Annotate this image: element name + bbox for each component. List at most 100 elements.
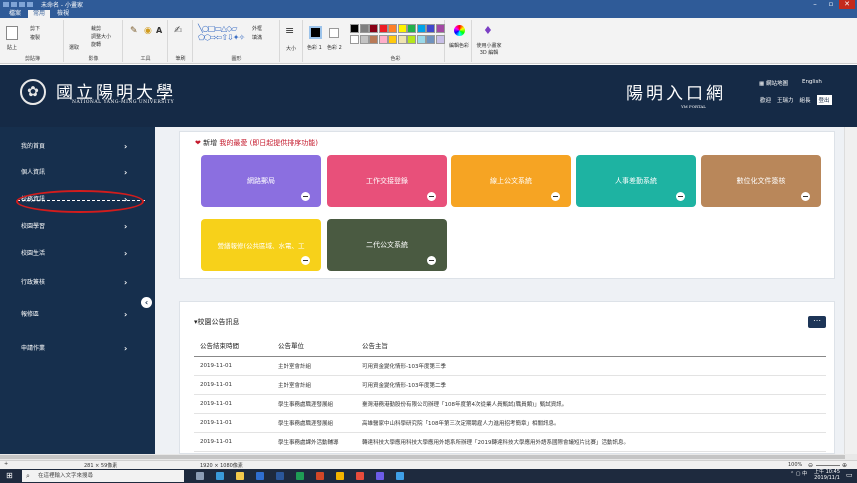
user-profile-link[interactable]: 組長 <box>800 96 811 104</box>
vertical-scrollbar[interactable] <box>844 127 857 454</box>
remove-icon[interactable] <box>801 192 810 201</box>
cell-subject-link[interactable]: 可用資金變化情形-103年度第二季 <box>362 375 826 395</box>
menu-view[interactable]: 檢視 <box>52 10 74 18</box>
brush-icon[interactable]: ✍ <box>174 25 182 36</box>
sidebar-collapse-button[interactable]: ‹ <box>141 297 152 308</box>
file-explorer-icon[interactable] <box>236 472 244 480</box>
edit-colors-button[interactable]: 編輯色彩 <box>449 42 469 49</box>
chrome-icon[interactable] <box>336 472 344 480</box>
windows-start-icon[interactable]: ⊞ <box>6 471 13 480</box>
line-size-icon[interactable]: ≡ <box>285 24 294 37</box>
color1-swatch[interactable] <box>309 26 322 39</box>
user-name[interactable]: 王瑞力 <box>777 96 794 104</box>
palette-swatch[interactable] <box>388 35 397 44</box>
scroll-thumb[interactable] <box>0 455 845 459</box>
sidebar-item-admin-signoff[interactable]: 行政簽核 › <box>0 272 155 293</box>
fill-icon[interactable]: ◉ <box>144 26 152 36</box>
paint3d-icon[interactable]: ♦ <box>483 24 493 37</box>
palette-swatch[interactable] <box>407 35 416 44</box>
english-link[interactable]: English <box>802 79 822 87</box>
resize-button[interactable]: 調整大小 <box>91 33 111 40</box>
sidebar-item-applications[interactable]: 申請作業 › <box>0 338 155 359</box>
paint3d-button[interactable]: 使用小畫家 3D 編輯 <box>474 42 504 56</box>
excel-icon[interactable] <box>296 472 304 480</box>
palette-swatch[interactable] <box>397 35 407 44</box>
rotate-button[interactable]: 旋轉 <box>91 41 101 48</box>
zoom-slider[interactable] <box>816 465 840 466</box>
favorite-tile-digital-signoff[interactable]: 數位化文件簽核 <box>701 155 821 207</box>
sitemap-link[interactable]: ▦ 網站地圖 <box>759 79 788 87</box>
paste-icon[interactable] <box>6 26 18 40</box>
remove-icon[interactable] <box>551 192 560 201</box>
palette-swatch[interactable] <box>378 24 388 33</box>
palette-swatch[interactable] <box>369 24 378 33</box>
remove-icon[interactable] <box>301 192 310 201</box>
quick-access-toolbar[interactable] <box>0 2 33 7</box>
fill-dropdown[interactable]: 填滿 <box>252 34 262 41</box>
favorites-add-link[interactable]: 新增 <box>203 139 217 147</box>
taskbar-search-box[interactable]: ⌕ 在這裡輸入文字來搜尋 <box>22 470 184 482</box>
palette-swatch[interactable] <box>426 35 435 44</box>
palette-swatch[interactable] <box>359 24 369 33</box>
task-view-icon[interactable] <box>196 472 204 480</box>
table-row[interactable]: 2019-11-01 學生事務處職涯發展組 臺灣港務港勤股份有限公司辦理「108年度… <box>194 394 826 414</box>
table-row[interactable]: 2019-11-01 主計室會計組 可用資金變化情形-103年度第二季 <box>194 375 826 395</box>
logout-button[interactable]: 登出 <box>816 95 832 105</box>
powerpoint-icon[interactable] <box>316 472 324 480</box>
palette-swatch[interactable] <box>435 24 445 33</box>
system-tray-icons[interactable]: ⌃ ▢ 中 <box>790 470 807 477</box>
cell-subject-link[interactable]: 可用資金變化情形-103年度第三季 <box>362 356 826 376</box>
paste-label[interactable]: 貼上 <box>7 44 17 51</box>
table-row[interactable]: 2019-11-01 學生事務處課外活動輔導 轉達科技大學應用科技大學應用外語系所辦… <box>194 432 826 452</box>
size-label[interactable]: 大小 <box>286 45 296 52</box>
paint-icon[interactable] <box>396 472 404 480</box>
university-seal-icon[interactable]: ✿ <box>20 79 46 105</box>
palette-swatch[interactable] <box>397 24 407 33</box>
pencil-icon[interactable]: ✎ <box>130 26 138 36</box>
notification-icon[interactable]: ▭ <box>846 471 853 479</box>
remove-icon[interactable] <box>427 256 436 265</box>
palette-swatch[interactable] <box>416 24 426 33</box>
remove-icon[interactable] <box>427 192 436 201</box>
menu-file[interactable]: 檔案 <box>4 10 26 18</box>
shapes-gallery-row2-icon[interactable]: ⬠⬡⇨⇦⇧⇩✦✧ <box>198 33 245 42</box>
crop-button[interactable]: 裁剪 <box>91 25 101 32</box>
table-row[interactable]: 2019-11-01 主計室會計組 可用資金變化情形-103年度第三季 <box>194 356 826 376</box>
shapes-gallery-icon[interactable]: ╲○□▭△◇▱ <box>198 24 237 33</box>
palette-swatch[interactable] <box>369 35 378 44</box>
taskbar-clock[interactable]: 上午 10:45 2019/11/1 <box>814 469 840 481</box>
palette-swatch[interactable] <box>435 35 445 44</box>
window-controls[interactable]: – ▫ ✕ <box>807 0 855 9</box>
sidebar-item-home[interactable]: 我的首頁 › <box>0 136 155 157</box>
color-wheel-icon[interactable] <box>454 25 465 36</box>
maximize-icon[interactable]: ▫ <box>823 0 839 9</box>
text-icon[interactable]: A <box>156 26 162 35</box>
sidebar-item-personal[interactable]: 個人資訊 › <box>0 162 155 183</box>
palette-swatch[interactable] <box>350 24 359 33</box>
palette-swatch[interactable] <box>378 35 388 44</box>
word-icon[interactable] <box>276 472 284 480</box>
cell-subject-link[interactable]: 臺灣港務港勤股份有限公司辦理「108年度第4次從業人員甄試(職員類)」甄試資訊。 <box>362 394 826 414</box>
remove-icon[interactable] <box>676 192 685 201</box>
favorite-tile-attendance[interactable]: 人事差勤系統 <box>576 155 696 207</box>
zoom-in-icon[interactable]: ⊕ <box>842 462 847 469</box>
copy-button[interactable]: 複製 <box>30 34 40 41</box>
select-button[interactable]: 選取 <box>69 44 79 51</box>
outline-dropdown[interactable]: 外框 <box>252 25 262 32</box>
palette-swatch[interactable] <box>416 35 426 44</box>
pdf-icon[interactable] <box>356 472 364 480</box>
sidebar-item-campus-life[interactable]: 校園生活 › <box>0 243 155 264</box>
palette-swatch[interactable] <box>407 24 416 33</box>
palette-swatch[interactable] <box>359 35 369 44</box>
favorite-tile-online-docs[interactable]: 線上公文系統 <box>451 155 571 207</box>
zoom-out-icon[interactable]: ⊖ <box>808 462 813 469</box>
menu-home[interactable]: 常用 <box>28 10 51 18</box>
table-row[interactable]: 2019-11-01 學生事務處職涯發展組 高雄醫家中山科學研究院「108年第三次定… <box>194 413 826 433</box>
favorite-tile-repair[interactable]: 營繕報修(公共區域、水電、工 <box>201 219 321 271</box>
remove-icon[interactable] <box>301 256 310 265</box>
cell-subject-link[interactable]: 高雄醫家中山科學研究院「108年第三次定期聘雇人力進用招考簡章」相關訊息。 <box>362 413 826 433</box>
minimize-icon[interactable]: – <box>807 0 823 9</box>
sidebar-item-learning[interactable]: 校園學習 › <box>0 216 155 237</box>
cell-subject-link[interactable]: 轉達科技大學應用科技大學應用外語系所辦理「2019轉達科技大學應用外語系國際會議… <box>362 432 826 452</box>
palette-swatch[interactable] <box>388 24 397 33</box>
